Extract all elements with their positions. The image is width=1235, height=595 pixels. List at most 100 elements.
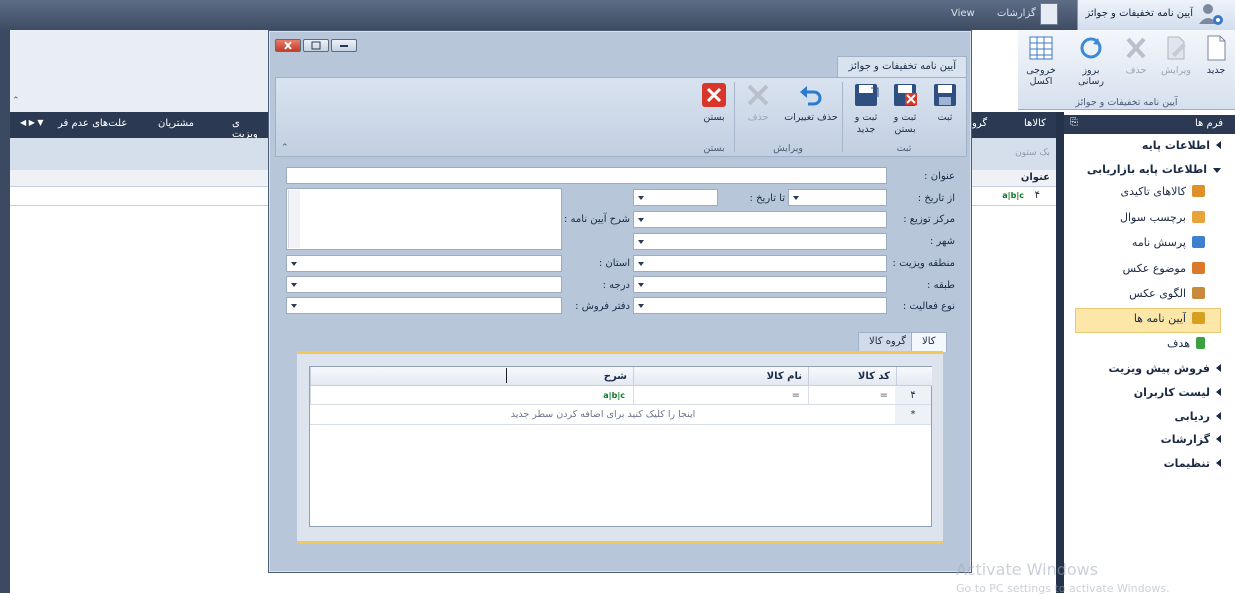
nav-item-emphasized-products[interactable]: کالاهای تاکیدی <box>1121 181 1205 203</box>
app-title: آیین نامه تخفیفات و جوائز <box>1085 8 1193 19</box>
title-field[interactable] <box>286 167 887 184</box>
column-header-product-code[interactable]: کد کالا <box>808 367 896 386</box>
ribbon-collapse-icon[interactable]: ⌃ <box>281 143 289 153</box>
chevron-right-icon <box>1216 412 1221 420</box>
filter-cell-description[interactable]: a|b|c <box>310 386 633 405</box>
class-select[interactable] <box>633 276 887 293</box>
save-icon <box>934 84 956 106</box>
tab-product[interactable]: کالا <box>911 332 947 352</box>
activation-watermark: Activate Windows <box>956 560 1099 579</box>
city-select[interactable] <box>633 233 887 250</box>
to-date-label: تا تاریخ : <box>749 193 785 204</box>
save-button[interactable]: ثبت <box>925 82 965 124</box>
filter-cell-product-name[interactable]: = <box>633 386 808 405</box>
nav-splitter[interactable] <box>1056 112 1064 593</box>
description-scrollbar[interactable] <box>288 190 300 248</box>
tab-view[interactable]: View <box>951 8 975 19</box>
nav-group-presales[interactable]: فروش پیش ویزیت <box>1109 358 1221 380</box>
activity-type-select[interactable] <box>633 297 887 314</box>
chevron-right-icon <box>1216 364 1221 372</box>
regulation-icon <box>1192 312 1205 324</box>
filter-cell-product-code[interactable]: = <box>808 386 896 405</box>
description-textarea[interactable] <box>286 188 562 250</box>
close-dialog-button[interactable]: بستن <box>694 82 734 124</box>
grade-select[interactable] <box>286 276 562 293</box>
save-close-button[interactable]: ثبت و بستن <box>885 82 925 136</box>
new-button[interactable]: جدید <box>1198 34 1234 76</box>
close-red-icon <box>702 83 726 107</box>
excel-export-button[interactable]: خروجی اکسل <box>1022 34 1060 87</box>
tab-reports[interactable]: گزارشات <box>997 8 1036 19</box>
minimize-icon <box>340 45 348 47</box>
window-close-button[interactable] <box>275 39 301 52</box>
pin-icon[interactable]: ⎘ <box>1070 117 1078 128</box>
products-icon <box>1192 185 1205 197</box>
clipboard-icon <box>1040 3 1058 25</box>
nav-item-target[interactable]: هدف <box>1167 333 1205 355</box>
nav-group-tracking[interactable]: ردیابی <box>1175 406 1221 428</box>
abc-filter-icon: a|b|c <box>1002 191 1024 200</box>
to-date-picker[interactable] <box>633 189 718 206</box>
save-new-icon <box>855 84 879 106</box>
left-header-area: ⌃ <box>10 30 268 112</box>
nav-item-photo-subject[interactable]: موضوع عکس <box>1123 258 1205 280</box>
questionnaire-icon <box>1192 236 1205 248</box>
products-grid: کد کالا نام کالا شرح ۴ = = a|b|c * اینجا… <box>309 366 932 527</box>
picture-frame-icon <box>1192 287 1205 299</box>
nav-title-bar: فرم ها ⎘ <box>1064 115 1235 134</box>
distribution-center-label: مرکز توزیع : <box>903 214 955 225</box>
window-maximize-button[interactable] <box>303 39 329 52</box>
nav-group-basic-info[interactable]: اطلاعات پایه <box>1142 135 1221 157</box>
nav-group-settings[interactable]: تنظیمات <box>1164 453 1221 475</box>
new-row-indicator[interactable]: * <box>895 405 931 425</box>
collapse-icon[interactable]: ⌃ <box>12 96 20 106</box>
visit-region-select[interactable] <box>633 255 887 272</box>
distribution-center-select[interactable] <box>633 211 887 228</box>
column-header-products[interactable]: کالاها <box>1024 118 1046 129</box>
column-header-description[interactable]: شرح <box>310 367 633 386</box>
refresh-button[interactable]: بروز رسانی <box>1068 34 1114 87</box>
nav-group-users[interactable]: لیست کاربران <box>1134 382 1221 404</box>
app-tab-active[interactable]: آیین نامه تخفیفات و جوائز <box>1077 0 1235 30</box>
column-header-group[interactable]: گرو <box>972 118 987 129</box>
sales-office-label: دفتر فروش : <box>575 301 630 312</box>
save-new-button[interactable]: ثبت و جدید <box>846 82 886 136</box>
new-row-hint[interactable]: اینجا را کلیک کنید برای اضافه کردن سطر ج… <box>310 405 896 425</box>
from-date-picker[interactable] <box>788 189 887 206</box>
nav-item-photo-pattern[interactable]: الگوی عکس <box>1129 283 1205 305</box>
column-header-title[interactable]: عنوان <box>1021 172 1050 183</box>
delete-button[interactable]: حذف <box>1118 34 1154 76</box>
window-minimize-button[interactable] <box>331 39 357 52</box>
chevron-down-icon <box>1213 168 1221 173</box>
tab-product-group[interactable]: گروه کالا <box>858 332 918 352</box>
column-header-visit[interactable]: ی ویزیت <box>232 118 268 140</box>
nav-arrows-icon[interactable]: ◀ ▶ ▼ <box>20 118 44 127</box>
left-grid-row[interactable] <box>10 187 268 206</box>
refresh-icon <box>1080 37 1102 59</box>
column-header-product-name[interactable]: نام کالا <box>633 367 808 386</box>
new-document-icon <box>1207 35 1226 61</box>
dialog-ribbon-tab[interactable]: آیین نامه تخفیفات و جوائز <box>837 56 967 77</box>
province-select[interactable] <box>286 255 562 272</box>
visit-region-label: منطقه ویزیت : <box>892 258 955 269</box>
mid-filter-area: بک ستون <box>972 138 1056 170</box>
text-cursor-icon <box>506 368 512 383</box>
nav-item-regulations[interactable]: آیین نامه ها <box>1134 308 1205 330</box>
title-label: عنوان : <box>924 171 955 182</box>
nav-group-reports[interactable]: گزارشات <box>1161 429 1221 451</box>
row-indicator[interactable]: ۴ <box>895 386 931 405</box>
nav-group-marketing-basic-info[interactable]: اطلاعات پایه بازاریابی <box>1087 159 1221 181</box>
sales-office-select[interactable] <box>286 297 562 314</box>
delete-record-button[interactable]: حذف <box>738 82 778 124</box>
nav-item-question-label[interactable]: برچسب سوال <box>1120 207 1205 229</box>
discard-changes-button[interactable]: حذف تغییرات <box>782 82 840 124</box>
column-header-reasons[interactable]: علت‌های عدم فر <box>58 118 127 129</box>
nav-item-questionnaire[interactable]: پرسش نامه <box>1132 232 1205 254</box>
chevron-right-icon <box>1216 459 1221 467</box>
description-label: شرح آیین نامه : <box>564 214 630 225</box>
group-caption-close: بستن <box>703 143 725 154</box>
mid-grid-row[interactable]: ۴ a|b|c <box>972 187 1056 206</box>
excel-export-icon <box>1029 36 1053 60</box>
column-header-customers[interactable]: مشتریان <box>158 118 194 129</box>
edit-button[interactable]: ویرایش <box>1158 34 1194 76</box>
